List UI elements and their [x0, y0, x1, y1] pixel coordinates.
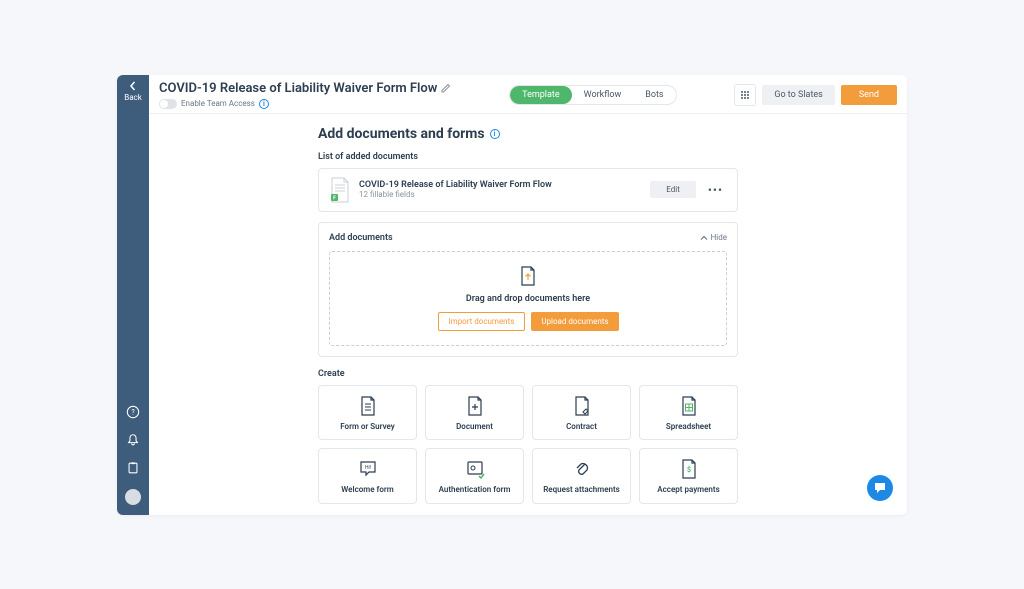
chat-icon [873, 481, 887, 495]
page-title: COVID-19 Release of Liability Waiver For… [159, 81, 451, 96]
view-tabs: Template Workflow Bots [509, 85, 676, 105]
welcome-icon: Hi! [358, 459, 378, 479]
create-title: Create [318, 369, 738, 379]
create-accept-payments[interactable]: $ Accept payments [639, 448, 738, 504]
create-welcome-form[interactable]: Hi! Welcome form [318, 448, 417, 504]
chevron-left-icon [128, 81, 138, 91]
more-button[interactable]: ••• [704, 183, 727, 197]
form-icon [359, 396, 377, 416]
team-access-label: Enable Team Access [181, 99, 255, 108]
document-name: COVID-19 Release of Liability Waiver For… [359, 180, 642, 190]
create-document[interactable]: Document [425, 385, 524, 441]
back-label: Back [124, 93, 142, 102]
svg-text:$: $ [686, 466, 690, 474]
help-icon[interactable]: ? [126, 405, 140, 419]
hide-toggle[interactable]: Hide [700, 233, 727, 242]
edit-button[interactable]: Edit [650, 181, 696, 198]
create-spreadsheet[interactable]: Spreadsheet [639, 385, 738, 441]
drop-text: Drag and drop documents here [466, 294, 590, 304]
svg-text:?: ? [131, 408, 135, 416]
document-icon: F [329, 177, 351, 203]
bell-icon[interactable] [126, 433, 140, 447]
dropzone[interactable]: Drag and drop documents here Import docu… [329, 251, 727, 346]
avatar[interactable] [125, 489, 141, 505]
back-button[interactable]: Back [124, 81, 142, 102]
info-icon[interactable]: i [259, 99, 269, 109]
team-access-toggle[interactable] [159, 99, 177, 109]
payment-icon: $ [680, 459, 698, 479]
tab-bots[interactable]: Bots [633, 86, 675, 104]
contract-icon [573, 396, 591, 416]
send-button[interactable]: Send [841, 85, 897, 105]
apps-grid-button[interactable] [734, 84, 756, 106]
create-contract[interactable]: Contract [532, 385, 631, 441]
create-authentication-form[interactable]: Authentication form [425, 448, 524, 504]
grid-icon [740, 90, 750, 100]
spreadsheet-icon [680, 396, 698, 416]
tab-template[interactable]: Template [510, 86, 571, 104]
upload-documents-button[interactable]: Upload documents [531, 312, 618, 331]
chevron-up-icon [700, 234, 708, 242]
clipboard-icon[interactable] [126, 461, 140, 475]
auth-icon [465, 459, 485, 479]
attachment-icon [573, 459, 591, 479]
go-to-slates-button[interactable]: Go to Slates [762, 85, 835, 105]
document-add-icon [466, 396, 484, 416]
import-documents-button[interactable]: Import documents [438, 312, 526, 331]
create-form-survey[interactable]: Form or Survey [318, 385, 417, 441]
tab-workflow[interactable]: Workflow [572, 86, 634, 104]
file-upload-icon [519, 266, 537, 286]
document-fields: 12 fillable fields [359, 190, 642, 199]
add-documents-title: Add documents [329, 233, 393, 243]
info-icon[interactable]: i [490, 129, 500, 139]
svg-text:Hi!: Hi! [364, 465, 370, 471]
document-card: F COVID-19 Release of Liability Waiver F… [318, 168, 738, 212]
list-label: List of added documents [318, 152, 738, 162]
pencil-icon[interactable] [441, 83, 451, 93]
chat-fab[interactable] [867, 475, 893, 501]
create-request-attachments[interactable]: Request attachments [532, 448, 631, 504]
section-title: Add documents and forms i [318, 126, 738, 142]
svg-text:F: F [333, 195, 336, 201]
